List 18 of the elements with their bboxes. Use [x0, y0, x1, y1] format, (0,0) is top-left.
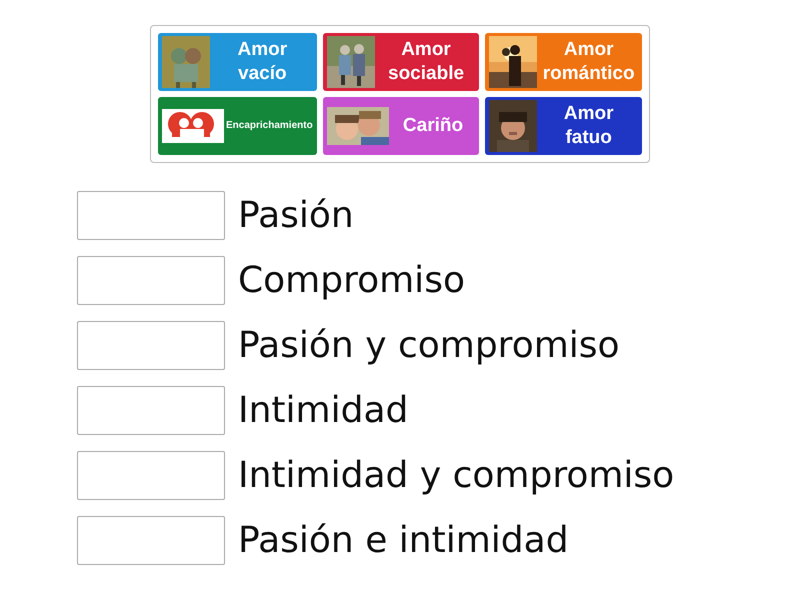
drop-box[interactable]	[77, 191, 225, 240]
answer-card[interactable]: Encaprichamiento	[158, 97, 317, 155]
target-label: Pasión e intimidad	[238, 520, 569, 561]
drop-box[interactable]	[77, 451, 225, 500]
answer-card[interactable]: Amor fatuo	[485, 97, 642, 155]
target-label: Pasión y compromiso	[238, 325, 620, 366]
answer-card[interactable]: Amor sociable	[322, 33, 480, 91]
target-label: Intimidad	[238, 390, 408, 431]
answer-card[interactable]: Amor vacío	[158, 33, 317, 91]
drop-box[interactable]	[77, 516, 225, 565]
drop-box[interactable]	[77, 321, 225, 370]
drop-box[interactable]	[77, 256, 225, 305]
target-label: Compromiso	[238, 260, 465, 301]
answer-card[interactable]: Amor romántico	[485, 33, 642, 91]
drop-box[interactable]	[77, 386, 225, 435]
target-label: Intimidad y compromiso	[238, 455, 674, 496]
answer-card[interactable]: Cariño	[322, 97, 480, 155]
target-label: Pasión	[238, 195, 354, 236]
